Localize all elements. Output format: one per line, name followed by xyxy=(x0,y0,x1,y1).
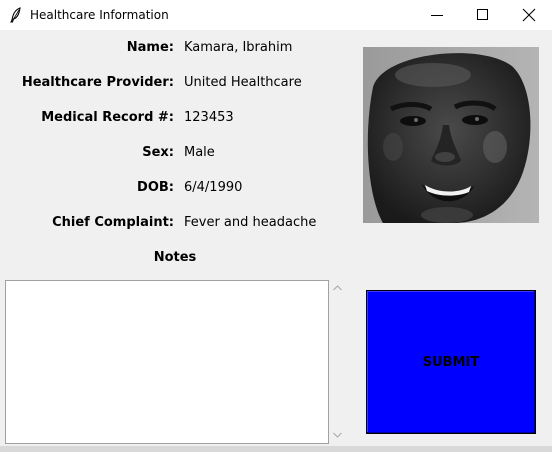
maximize-icon xyxy=(477,9,488,20)
chevron-down-icon xyxy=(333,432,342,438)
notes-scrollbar[interactable] xyxy=(329,280,346,444)
window-title: Healthcare Information xyxy=(30,8,169,22)
chief-complaint-value: Fever and headache xyxy=(184,215,317,230)
healthcare-provider-value: United Healthcare xyxy=(184,75,302,90)
maximize-button[interactable] xyxy=(460,0,506,30)
healthcare-window: Healthcare Information Name: Kamara, Ibr… xyxy=(0,0,552,452)
scroll-up-button[interactable] xyxy=(329,280,346,297)
submit-button[interactable]: SUBMIT xyxy=(366,290,536,434)
dob-value: 6/4/1990 xyxy=(184,180,243,195)
chevron-up-icon xyxy=(333,285,342,291)
feather-icon xyxy=(9,7,23,23)
patient-photo xyxy=(363,47,539,223)
sex-value: Male xyxy=(184,145,215,160)
scroll-down-button[interactable] xyxy=(329,427,346,444)
title-bar[interactable]: Healthcare Information xyxy=(0,0,552,30)
minimize-icon xyxy=(431,15,443,16)
minimize-button[interactable] xyxy=(414,0,460,30)
chief-complaint-label: Chief Complaint: xyxy=(52,215,174,230)
dob-label: DOB: xyxy=(137,180,174,195)
medical-record-label: Medical Record #: xyxy=(41,110,174,125)
notes-textarea[interactable] xyxy=(5,280,329,444)
close-icon xyxy=(522,8,536,22)
healthcare-provider-label: Healthcare Provider: xyxy=(21,75,174,90)
sex-label: Sex: xyxy=(142,145,174,160)
medical-record-value: 123453 xyxy=(184,110,234,125)
window-bottom-edge xyxy=(0,446,552,452)
close-button[interactable] xyxy=(506,0,552,30)
name-value: Kamara, Ibrahim xyxy=(184,40,293,55)
name-label: Name: xyxy=(126,40,174,55)
notes-label: Notes xyxy=(153,250,197,265)
